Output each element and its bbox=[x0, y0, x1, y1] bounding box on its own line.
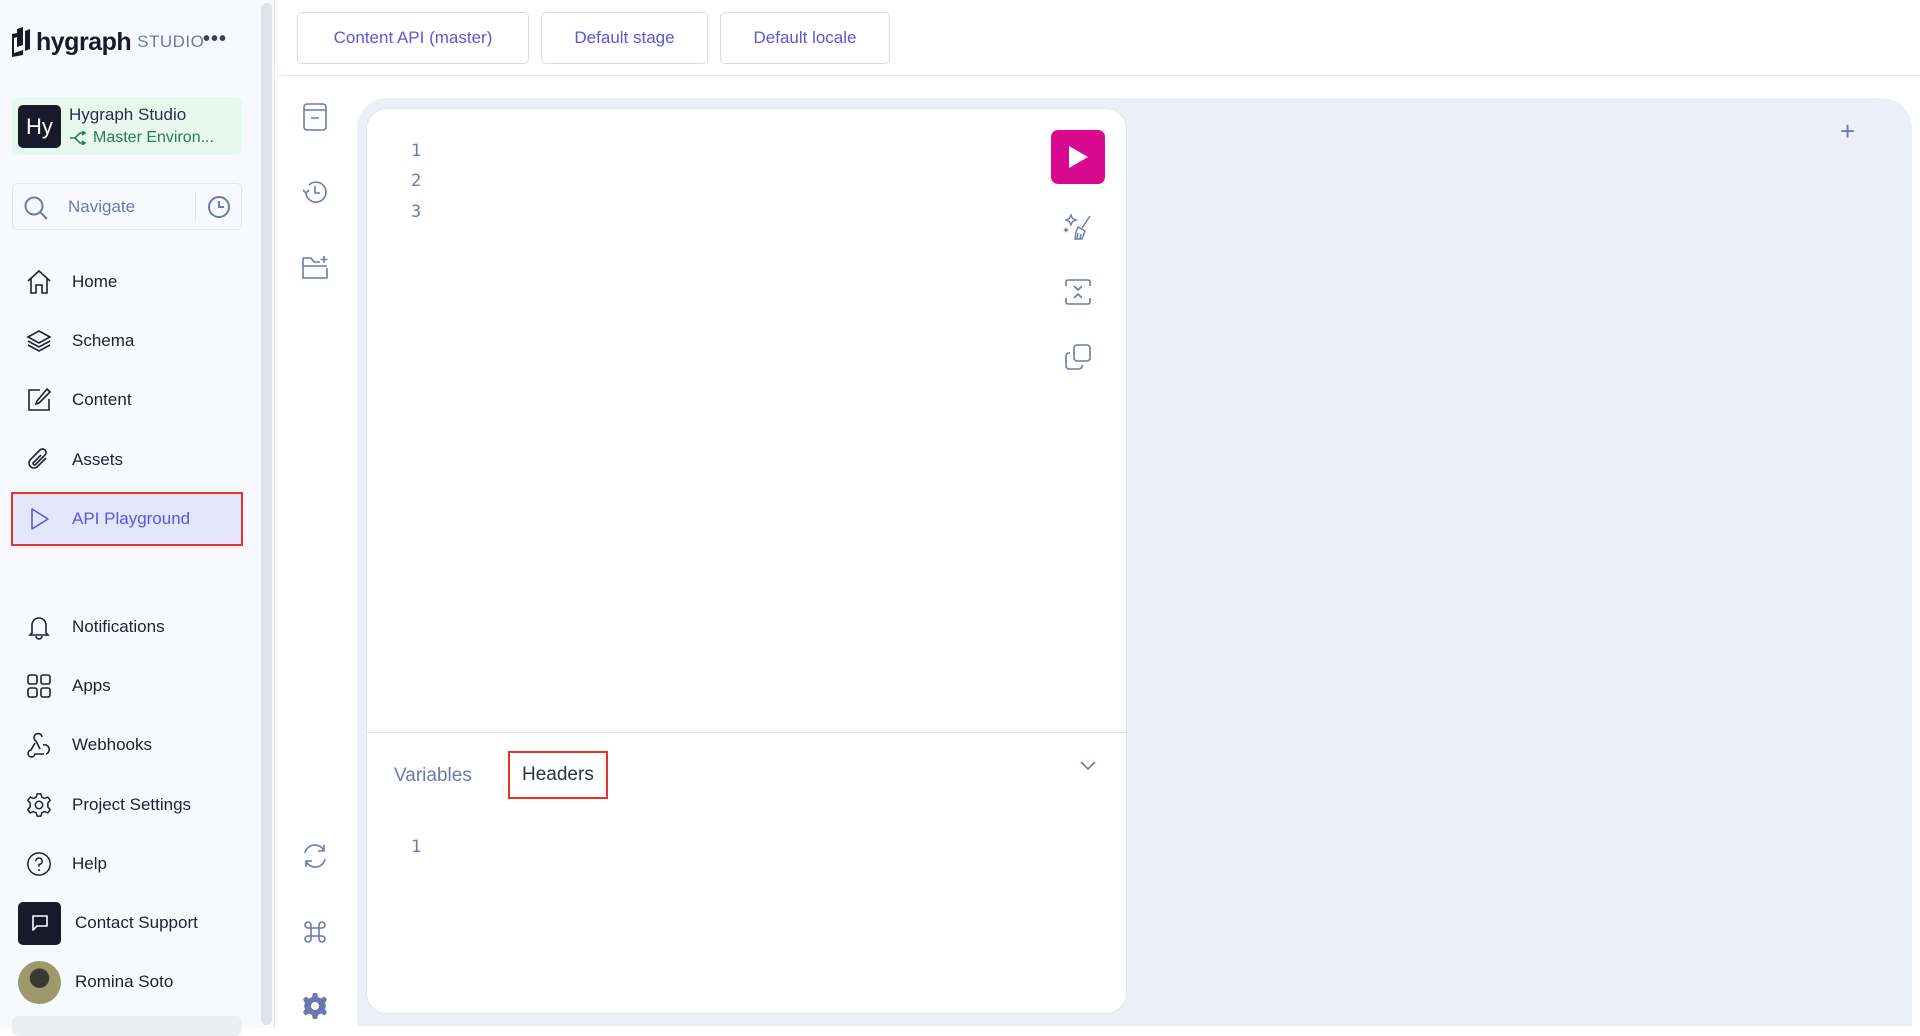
endpoint-selector-button[interactable]: Content API (master) bbox=[297, 12, 529, 64]
sidebar-item-label: Romina Soto bbox=[75, 972, 174, 991]
sidebar-item-schema[interactable]: Schema bbox=[12, 315, 242, 367]
command-shortcuts-icon[interactable] bbox=[300, 917, 330, 947]
playground-header: Content API (master) Default stage Defau… bbox=[276, 0, 1920, 76]
apps-grid-icon bbox=[26, 673, 52, 699]
project-avatar: Hy bbox=[18, 105, 61, 148]
ellipsis-icon[interactable]: ••• bbox=[203, 28, 227, 51]
project-name: Hygraph Studio bbox=[69, 105, 187, 124]
prettify-icon[interactable] bbox=[1063, 212, 1093, 242]
sidebar-item-notifications[interactable]: Notifications bbox=[12, 601, 242, 653]
project-switcher[interactable]: Hy Hygraph Studio Master Environ... bbox=[12, 97, 242, 155]
sidebar-item-apps[interactable]: Apps bbox=[12, 660, 242, 712]
sidebar-item-label: Contact Support bbox=[75, 913, 198, 932]
new-folder-icon[interactable] bbox=[300, 252, 330, 282]
help-circle-icon bbox=[26, 851, 52, 877]
sidebar-footer-panel bbox=[12, 1016, 242, 1036]
edit-icon bbox=[26, 387, 52, 413]
sidebar-item-content[interactable]: Content bbox=[12, 374, 242, 426]
sidebar-item-home[interactable]: Home bbox=[12, 256, 242, 308]
add-tab-button[interactable]: + bbox=[1840, 116, 1855, 147]
divider bbox=[195, 192, 196, 222]
merge-fragments-icon[interactable] bbox=[1063, 277, 1093, 307]
sidebar-scrollbar[interactable] bbox=[261, 3, 272, 1025]
navigate-placeholder: Navigate bbox=[68, 197, 136, 216]
project-environment: Master Environ... bbox=[69, 129, 214, 147]
navigate-search[interactable]: Navigate bbox=[12, 183, 242, 230]
sidebar: hygraph STUDIO ••• Hy Hygraph Studio Mas… bbox=[0, 0, 275, 1036]
paperclip-icon bbox=[26, 447, 52, 473]
history-icon[interactable] bbox=[300, 177, 330, 207]
sidebar-item-label: Assets bbox=[72, 450, 124, 469]
line-number: 3 bbox=[411, 202, 422, 222]
search-icon bbox=[24, 196, 48, 220]
editor-divider bbox=[367, 732, 1126, 733]
branch-icon bbox=[70, 131, 87, 145]
sidebar-item-contact-support[interactable]: Contact Support bbox=[12, 897, 242, 949]
run-query-button[interactable] bbox=[1051, 130, 1105, 184]
tab-variables[interactable]: Variables bbox=[394, 765, 472, 787]
sidebar-item-label: Webhooks bbox=[72, 735, 153, 754]
user-avatar bbox=[18, 960, 61, 1004]
sidebar-item-api-playground[interactable]: API Playground bbox=[11, 492, 243, 546]
line-number: 2 bbox=[411, 171, 422, 191]
logo-studio: STUDIO bbox=[137, 32, 205, 51]
home-icon bbox=[26, 269, 52, 295]
logo-wordmark: hygraph bbox=[36, 27, 132, 56]
line-number: 1 bbox=[411, 141, 422, 161]
sidebar-item-label: Apps bbox=[72, 676, 111, 695]
refresh-icon[interactable] bbox=[300, 841, 330, 871]
query-editor-input[interactable] bbox=[437, 129, 1037, 719]
tab-headers[interactable]: Headers bbox=[508, 751, 608, 799]
line-number: 1 bbox=[411, 837, 422, 857]
layers-icon bbox=[26, 328, 52, 354]
copy-icon[interactable] bbox=[1063, 342, 1093, 372]
sidebar-item-help[interactable]: Help bbox=[12, 838, 242, 890]
sidebar-item-label: Home bbox=[72, 272, 118, 291]
history-clock-icon[interactable] bbox=[207, 195, 231, 219]
sidebar-item-label: Help bbox=[72, 854, 107, 873]
hygraph-logo[interactable]: hygraph STUDIO bbox=[12, 27, 204, 57]
sidebar-item-user-profile[interactable]: Romina Soto bbox=[12, 956, 242, 1008]
play-outline-icon bbox=[26, 506, 52, 532]
sidebar-item-label: Content bbox=[72, 390, 132, 409]
sidebar-item-label: Schema bbox=[72, 331, 135, 350]
sidebar-item-assets[interactable]: Assets bbox=[12, 434, 242, 486]
chevron-down-icon[interactable] bbox=[1079, 759, 1097, 777]
bell-icon bbox=[26, 614, 52, 640]
sidebar-item-project-settings[interactable]: Project Settings bbox=[12, 779, 242, 831]
settings-gear-icon[interactable] bbox=[300, 991, 330, 1021]
headers-editor-input[interactable] bbox=[437, 824, 1097, 994]
sidebar-item-webhooks[interactable]: Webhooks bbox=[12, 719, 242, 771]
sidebar-item-label: API Playground bbox=[72, 509, 191, 528]
stage-selector-button[interactable]: Default stage bbox=[541, 12, 708, 64]
webhook-icon bbox=[26, 732, 52, 758]
environment-label: Master Environ... bbox=[93, 129, 214, 146]
sidebar-item-label: Notifications bbox=[72, 617, 165, 636]
locale-selector-button[interactable]: Default locale bbox=[720, 12, 890, 64]
gear-icon bbox=[26, 792, 52, 818]
saved-queries-icon[interactable] bbox=[300, 102, 330, 132]
chat-icon bbox=[18, 901, 61, 945]
query-editor-card: 1 2 3 Variables Headers 1 bbox=[367, 109, 1126, 1013]
hygraph-logo-icon bbox=[12, 27, 30, 57]
sidebar-item-label: Project Settings bbox=[72, 795, 192, 814]
play-icon bbox=[1069, 146, 1088, 168]
